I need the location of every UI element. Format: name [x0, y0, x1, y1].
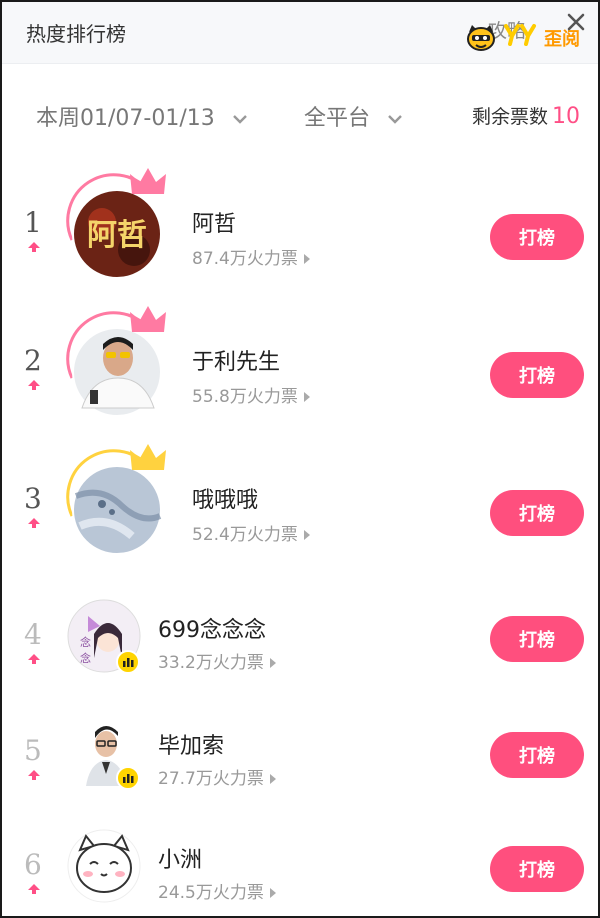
avatar[interactable] — [66, 828, 146, 912]
chevron-down-icon — [388, 115, 402, 124]
user-name[interactable]: 阿哲 — [192, 206, 236, 238]
week-dropdown-label: 本周01/07-01/13 — [36, 106, 215, 131]
ranking-row: 3 哦哦哦 52.4万火力票 打榜 — [2, 444, 598, 566]
svg-text:阿哲: 阿哲 — [87, 218, 147, 253]
arrow-right-icon — [303, 392, 310, 402]
mascot-icon — [467, 25, 495, 51]
panel-title: 热度排行榜 — [26, 22, 126, 46]
user-name[interactable]: 小洲 — [158, 842, 202, 874]
ranking-row: 1 阿哲 阿哲 87.4万火力票 打榜 — [2, 168, 598, 290]
crown-icon — [130, 444, 166, 470]
remaining-votes-label: 剩余票数 — [471, 106, 548, 128]
fire-votes: 52.4万火力票 — [192, 520, 310, 545]
vote-button[interactable]: 打榜 — [490, 352, 584, 398]
week-dropdown[interactable]: 本周01/07-01/13 — [36, 100, 248, 132]
ranking-row: 2 于利先生 55.8万火力票 打榜 — [2, 306, 598, 428]
user-name[interactable]: 哦哦哦 — [192, 482, 258, 514]
remaining-votes: 剩余票数 10 — [472, 102, 580, 129]
avatar-image — [67, 829, 141, 903]
fire-votes-text: 55.8万火力票 — [192, 387, 298, 407]
chevron-down-icon — [232, 115, 247, 124]
vote-button[interactable]: 打榜 — [490, 214, 584, 260]
trend-up-icon — [28, 380, 40, 390]
fire-votes: 33.2万火力票 — [158, 648, 276, 673]
fire-votes: 27.7万火力票 — [158, 764, 276, 789]
fire-votes: 87.4万火力票 — [192, 244, 310, 269]
rank-number: 2 — [24, 344, 42, 377]
svg-text:念: 念 — [80, 635, 91, 649]
remaining-votes-count: 10 — [552, 104, 580, 129]
platform-dropdown[interactable]: 全平台 — [304, 100, 403, 132]
fire-votes: 24.5万火力票 — [158, 878, 276, 903]
vote-button[interactable]: 打榜 — [490, 846, 584, 892]
ranking-row: 6 小洲 24.5万火力票 打榜 — [2, 822, 598, 916]
platform-dropdown-label: 全平台 — [304, 106, 371, 131]
fire-votes-text: 33.2万火力票 — [158, 653, 264, 673]
rank-number: 3 — [24, 482, 42, 515]
arrow-right-icon — [303, 254, 310, 264]
arrow-right-icon — [269, 774, 276, 784]
ranking-row: 4 念 念 699念念念 33.2万火力票 打榜 — [2, 592, 598, 712]
avatar[interactable] — [62, 306, 172, 422]
avatar[interactable]: 念 念 — [66, 598, 146, 682]
avatar[interactable] — [66, 714, 146, 798]
trend-up-icon — [28, 654, 40, 664]
vote-button[interactable]: 打榜 — [490, 616, 584, 662]
arrow-right-icon — [303, 530, 310, 540]
close-icon[interactable] — [566, 12, 586, 37]
trend-up-icon — [28, 884, 40, 894]
trend-up-icon — [28, 770, 40, 780]
user-name[interactable]: 于利先生 — [192, 344, 280, 376]
avatar[interactable]: 阿哲 — [62, 168, 172, 284]
fire-votes-text: 52.4万火力票 — [192, 525, 298, 545]
live-badge-icon — [116, 766, 140, 790]
panel-header: 热度排行榜 攻略 歪阅 — [2, 2, 598, 64]
svg-text:念: 念 — [80, 651, 91, 665]
fire-votes-text: 27.7万火力票 — [158, 769, 264, 789]
crown-icon — [130, 168, 166, 194]
crown-icon — [130, 306, 166, 332]
avatar[interactable] — [62, 444, 172, 560]
rank-number: 6 — [24, 848, 42, 881]
ranking-row: 5 毕加索 27.7万火力票 打榜 — [2, 708, 598, 828]
fire-votes-text: 24.5万火力票 — [158, 883, 264, 903]
vote-button[interactable]: 打榜 — [490, 732, 584, 778]
yy-logo-icon — [504, 24, 536, 46]
trend-up-icon — [28, 242, 40, 252]
user-name[interactable]: 毕加索 — [158, 728, 224, 760]
rank-number: 5 — [24, 734, 42, 767]
filter-bar: 本周01/07-01/13 全平台 剩余票数 10 — [2, 64, 598, 160]
live-badge-icon — [116, 650, 140, 674]
vote-button[interactable]: 打榜 — [490, 490, 584, 536]
arrow-right-icon — [269, 888, 276, 898]
fire-votes: 55.8万火力票 — [192, 382, 310, 407]
fire-votes-text: 87.4万火力票 — [192, 249, 298, 269]
ranking-panel: 热度排行榜 攻略 歪阅 本周01/07-01/13 全平台 剩余票数 10 1 … — [0, 0, 600, 918]
user-name[interactable]: 699念念念 — [158, 612, 266, 644]
trend-up-icon — [28, 518, 40, 528]
arrow-right-icon — [269, 658, 276, 668]
rank-number: 4 — [24, 618, 42, 651]
rank-number: 1 — [24, 206, 42, 239]
